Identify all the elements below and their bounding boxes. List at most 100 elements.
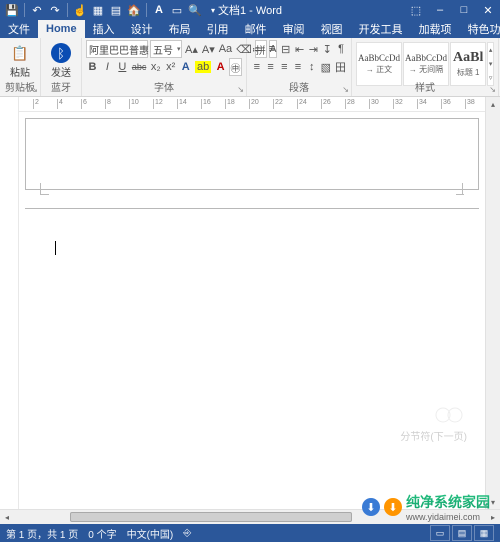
superscript-icon[interactable]: x² bbox=[164, 58, 177, 76]
tab-design[interactable]: 设计 bbox=[123, 20, 161, 38]
change-case-icon[interactable]: Aa bbox=[218, 40, 233, 58]
ribbon-tabs: 文件 Home 插入 设计 布局 引用 邮件 审阅 视图 开发工具 加载项 特色… bbox=[0, 20, 500, 38]
document-area: 2468101214161820222426283032343638 分节符(下… bbox=[0, 97, 500, 509]
tab-file[interactable]: 文件 bbox=[0, 20, 38, 38]
paragraph-launcher-icon[interactable]: ↘ bbox=[342, 85, 349, 94]
increase-indent-icon[interactable]: ⇥ bbox=[307, 40, 319, 58]
vertical-ruler[interactable] bbox=[0, 97, 19, 509]
styles-launcher-icon[interactable]: ↘ bbox=[489, 85, 496, 94]
bold-button[interactable]: B bbox=[86, 58, 99, 76]
hscroll-thumb[interactable] bbox=[70, 512, 352, 522]
scroll-right-icon[interactable]: ▸ bbox=[486, 513, 500, 522]
status-page[interactable]: 第 1 页，共 1 页 bbox=[6, 526, 78, 541]
group-paragraph: ≔ ≡ ⊟ ⇤ ⇥ ↧ ¶ ≡ ≡ ≡ ≡ ↕ ▧ 田 段落 ↘ bbox=[247, 38, 352, 96]
clipboard-launcher-icon[interactable]: ↘ bbox=[31, 85, 38, 94]
text-cursor bbox=[53, 241, 56, 255]
style-heading1[interactable]: AaBl标题 1 bbox=[450, 42, 486, 86]
shading-icon[interactable]: ▧ bbox=[320, 58, 332, 76]
ribbon-options-icon[interactable]: ⬚ bbox=[404, 0, 428, 20]
save-icon[interactable]: 💾 bbox=[4, 2, 20, 18]
italic-button[interactable]: I bbox=[101, 58, 114, 76]
page-canvas[interactable]: 分节符(下一页) bbox=[19, 112, 485, 509]
view-read-icon[interactable]: ▭ bbox=[430, 525, 450, 541]
quick-access-toolbar: 💾 ↶ ↷ ☝ ▦ ▤ 🏠 A ▭ 🔍 ▾ bbox=[0, 2, 221, 18]
tab-addins[interactable]: 加载项 bbox=[411, 20, 460, 38]
subscript-icon[interactable]: x₂ bbox=[149, 58, 162, 76]
status-insert-icon[interactable]: ⎆ bbox=[183, 528, 191, 539]
paste-button[interactable]: 📋 粘贴 bbox=[4, 40, 36, 82]
tab-dev[interactable]: 开发工具 bbox=[351, 20, 411, 38]
underline-button[interactable]: U bbox=[116, 58, 129, 76]
window-buttons: ⬚ – □ ✕ bbox=[404, 0, 500, 20]
align-left-icon[interactable]: ≡ bbox=[251, 58, 263, 76]
undo-icon[interactable]: ↶ bbox=[29, 2, 45, 18]
show-marks-icon[interactable]: ¶ bbox=[335, 40, 347, 58]
tab-layout[interactable]: 布局 bbox=[161, 20, 199, 38]
scroll-left-icon[interactable]: ◂ bbox=[0, 513, 14, 522]
window-title: 文档1 - Word bbox=[218, 2, 282, 18]
status-bar: 第 1 页，共 1 页 0 个字 中文(中国) ⎆ ▭ ▤ ▦ bbox=[0, 524, 500, 542]
tab-features[interactable]: 特色功能 bbox=[460, 20, 500, 38]
horizontal-ruler[interactable]: 2468101214161820222426283032343638 bbox=[19, 97, 485, 112]
strike-button[interactable]: abc bbox=[131, 58, 148, 76]
tab-review[interactable]: 审阅 bbox=[275, 20, 313, 38]
justify-icon[interactable]: ≡ bbox=[292, 58, 304, 76]
grow-font-icon[interactable]: A▴ bbox=[184, 40, 199, 58]
numbering-icon[interactable]: ≡ bbox=[266, 40, 278, 58]
page-main[interactable] bbox=[25, 208, 479, 509]
page-top bbox=[25, 118, 479, 190]
minimize-icon[interactable]: – bbox=[428, 0, 452, 20]
font-color-icon[interactable]: A bbox=[151, 2, 167, 18]
tab-references[interactable]: 引用 bbox=[199, 20, 237, 38]
home-icon[interactable]: 🏠 bbox=[126, 2, 142, 18]
bluetooth-send-button[interactable]: ᛒ 发送 bbox=[45, 40, 77, 82]
tab-home[interactable]: Home bbox=[38, 20, 85, 38]
group-clipboard: 📋 粘贴 剪贴板 ↘ bbox=[0, 38, 41, 96]
scroll-up-icon[interactable]: ▴ bbox=[486, 97, 500, 111]
area-icon[interactable]: ▭ bbox=[169, 2, 185, 18]
view-print-icon[interactable]: ▤ bbox=[452, 525, 472, 541]
view-web-icon[interactable]: ▦ bbox=[474, 525, 494, 541]
scroll-down-icon[interactable]: ▾ bbox=[486, 495, 500, 509]
bullets-icon[interactable]: ≔ bbox=[251, 40, 264, 58]
status-lang[interactable]: 中文(中国) bbox=[127, 526, 174, 541]
sort-icon[interactable]: ↧ bbox=[321, 40, 333, 58]
multilevel-icon[interactable]: ⊟ bbox=[280, 40, 292, 58]
font-name-combo[interactable]: 阿里巴巴普惠▾ bbox=[86, 40, 148, 58]
highlight-icon[interactable]: ab bbox=[194, 58, 212, 76]
decrease-indent-icon[interactable]: ⇤ bbox=[294, 40, 306, 58]
horizontal-scrollbar[interactable]: ◂ ▸ bbox=[0, 509, 500, 524]
tab-mail[interactable]: 邮件 bbox=[237, 20, 275, 38]
font-launcher-icon[interactable]: ↘ bbox=[237, 85, 244, 94]
group-font: 阿里巴巴普惠▾ 五号▾ A▴ A▾ Aa ⌫ 拼 A B I U abc x₂ … bbox=[82, 38, 247, 96]
align-center-icon[interactable]: ≡ bbox=[265, 58, 277, 76]
text-effects-icon[interactable]: A bbox=[179, 58, 192, 76]
tab-insert[interactable]: 插入 bbox=[85, 20, 123, 38]
style-gallery-scroller[interactable]: ▴▾▿ bbox=[487, 42, 494, 86]
paste-icon: 📋 bbox=[10, 43, 30, 63]
redo-icon[interactable]: ↷ bbox=[47, 2, 63, 18]
group-styles: AaBbCcDd→ 正文 AaBbCcDd→ 无间隔 AaBl标题 1 ▴▾▿ … bbox=[352, 38, 499, 96]
title-bar: 💾 ↶ ↷ ☝ ▦ ▤ 🏠 A ▭ 🔍 ▾ 文档1 - Word ⬚ – □ ✕ bbox=[0, 0, 500, 20]
open-icon[interactable]: ▤ bbox=[108, 2, 124, 18]
maximize-icon[interactable]: □ bbox=[452, 0, 476, 20]
group-bluetooth: ᛒ 发送 蓝牙 bbox=[41, 38, 82, 96]
vertical-scrollbar[interactable]: ▴ ▾ bbox=[485, 97, 500, 509]
shrink-font-icon[interactable]: A▾ bbox=[201, 40, 216, 58]
search-icon[interactable]: 🔍 bbox=[187, 2, 203, 18]
line-spacing-icon[interactable]: ↕ bbox=[306, 58, 318, 76]
tab-view[interactable]: 视图 bbox=[313, 20, 351, 38]
style-normal[interactable]: AaBbCcDd→ 正文 bbox=[356, 42, 402, 86]
align-right-icon[interactable]: ≡ bbox=[278, 58, 290, 76]
borders-icon[interactable]: 田 bbox=[334, 58, 347, 76]
style-no-spacing[interactable]: AaBbCcDd→ 无间隔 bbox=[403, 42, 449, 86]
new-icon[interactable]: ▦ bbox=[90, 2, 106, 18]
touch-mode-icon[interactable]: ☝ bbox=[72, 2, 88, 18]
font-size-combo[interactable]: 五号▾ bbox=[150, 40, 182, 58]
font-color-button[interactable]: A bbox=[214, 58, 227, 76]
ribbon: 📋 粘贴 剪贴板 ↘ ᛒ 发送 蓝牙 阿里巴巴普惠▾ 五号▾ A▴ A▾ Aa … bbox=[0, 38, 500, 97]
close-icon[interactable]: ✕ bbox=[476, 0, 500, 20]
status-words[interactable]: 0 个字 bbox=[88, 526, 116, 541]
bluetooth-icon: ᛒ bbox=[51, 43, 71, 63]
enclose-char-icon[interactable]: ㊥ bbox=[229, 58, 242, 76]
